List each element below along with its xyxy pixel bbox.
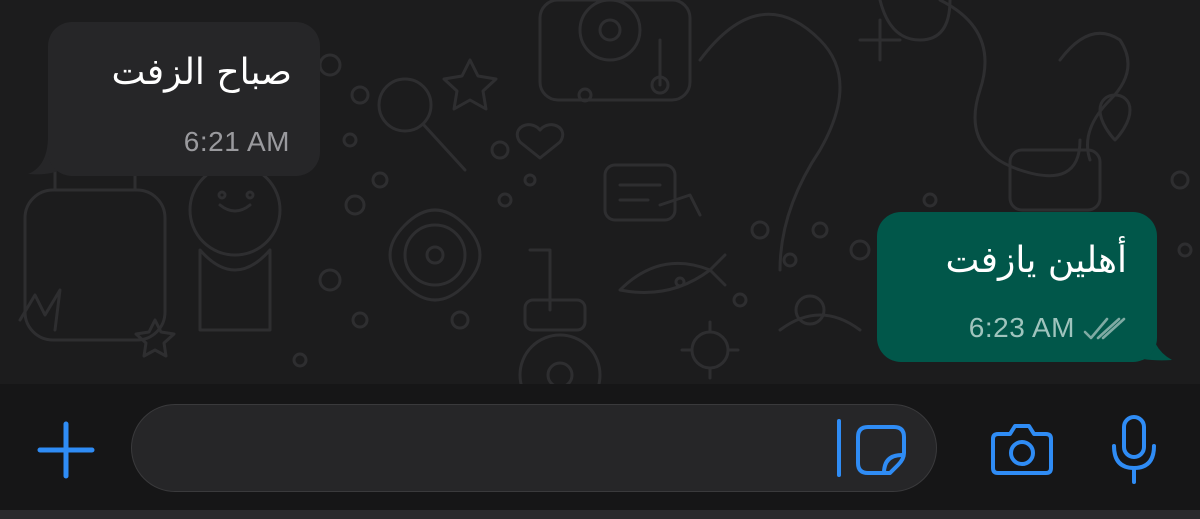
chat-area[interactable]: صباح الزفت 6:21 AM أهلين يازفت 6:23 AM	[0, 0, 1200, 384]
camera-icon[interactable]	[990, 420, 1054, 476]
incoming-message-bubble[interactable]: صباح الزفت 6:21 AM	[48, 22, 320, 176]
message-text: صباح الزفت	[111, 52, 292, 93]
outgoing-message-bubble[interactable]: أهلين يازفت 6:23 AM	[877, 212, 1157, 362]
message-field[interactable]	[131, 404, 937, 492]
message-timestamp: 6:23 AM	[968, 312, 1075, 343]
plus-icon[interactable]	[36, 420, 96, 480]
message-input[interactable]	[156, 421, 820, 479]
message-timestamp: 6:21 AM	[183, 126, 290, 157]
sticker-icon[interactable]	[854, 423, 908, 477]
message-text: أهلين يازفت	[945, 240, 1127, 281]
text-caret	[837, 419, 841, 477]
home-indicator-area	[0, 510, 1200, 519]
double-check-icon	[1083, 317, 1126, 340]
microphone-icon[interactable]	[1108, 414, 1160, 486]
